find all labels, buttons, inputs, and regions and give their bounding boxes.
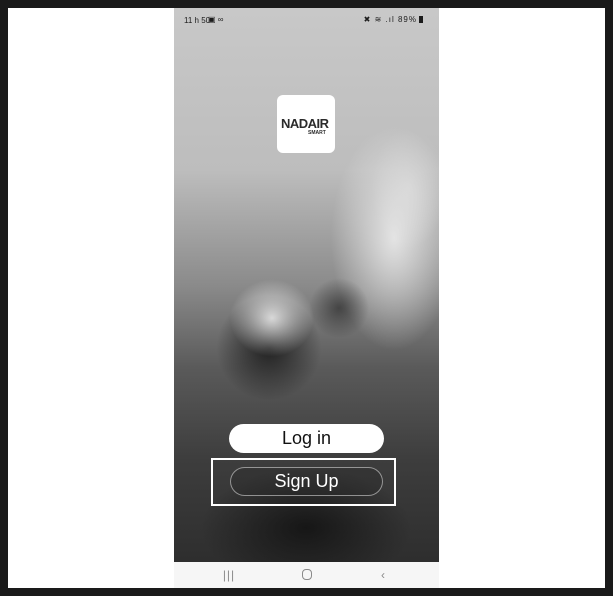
status-time: 11 h 50 bbox=[184, 16, 211, 25]
signup-button[interactable]: Sign Up bbox=[230, 467, 383, 496]
status-bar: 11 h 50 ▣ ∞ ✖ ≋ .ıl 89% bbox=[174, 8, 439, 30]
screenshot-frame: 11 h 50 ▣ ∞ ✖ ≋ .ıl 89% NADAIR SMART Log… bbox=[8, 8, 605, 588]
login-button[interactable]: Log in bbox=[229, 424, 384, 453]
navigation-bar: ||| ‹ bbox=[174, 562, 439, 588]
signal-wifi-icon: ✖ ≋ .ıl bbox=[363, 15, 395, 24]
app-logo: NADAIR SMART bbox=[277, 95, 335, 153]
logo-subtext: SMART bbox=[308, 130, 326, 136]
battery-icon bbox=[419, 16, 423, 23]
phone-screen: 11 h 50 ▣ ∞ ✖ ≋ .ıl 89% NADAIR SMART Log… bbox=[174, 8, 439, 588]
battery-percent: 89% bbox=[397, 15, 417, 24]
home-icon[interactable] bbox=[292, 565, 322, 585]
notification-icons: ▣ ∞ bbox=[208, 15, 224, 24]
back-icon[interactable]: ‹ bbox=[368, 565, 398, 585]
logo-text: NADAIR bbox=[281, 116, 329, 131]
recents-icon[interactable]: ||| bbox=[214, 565, 244, 585]
status-right-icons: ✖ ≋ .ıl 89% bbox=[364, 15, 423, 24]
